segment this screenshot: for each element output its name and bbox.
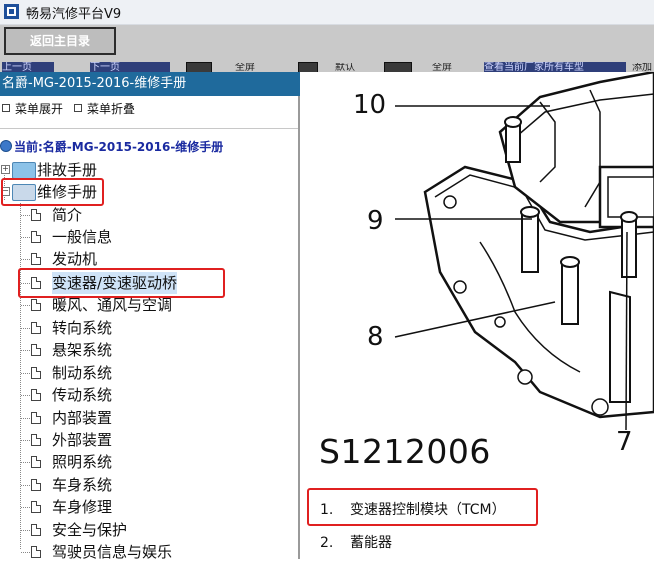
tree-item-label: 一般信息 (52, 228, 113, 246)
legend-item: 2. 蓄能器 (320, 532, 392, 552)
tree-item-label: 内部装置 (52, 409, 113, 427)
expand-icon (2, 104, 10, 112)
page-icon (31, 479, 41, 491)
page-icon (31, 389, 41, 401)
tree-item-label: 转向系统 (52, 319, 113, 337)
highlight-box (1, 178, 104, 206)
tree-item-label: 车身系统 (52, 476, 113, 494)
panel-header: 名爵-MG-2015-2016-维修手册 (0, 72, 300, 96)
tree-item-label: 驾驶员信息与娱乐 (52, 543, 173, 561)
tree-item[interactable]: 外部装置 (0, 429, 290, 451)
tree-item[interactable]: 一般信息 (0, 226, 290, 248)
callout-10: 10 (353, 90, 387, 120)
expand-plus-icon[interactable]: + (1, 165, 10, 174)
tree-item[interactable]: 制动系统 (0, 362, 290, 384)
return-main-menu-button[interactable]: 返回主目录 (4, 27, 116, 55)
current-manual-label: 当前:名爵-MG-2015-2016-维修手册 (14, 140, 224, 154)
page-icon (31, 501, 41, 513)
manual-figure-panel: 10 9 8 7 S1212006 1. 变速器控制模块（TCM） 2. 蓄能器 (300, 72, 654, 559)
tree-item-label: 悬架系统 (52, 341, 113, 359)
app-title: 畅易汽修平台V9 (26, 7, 122, 22)
toolbar: 返回主目录 上一页 下一页 全屏 默认 全屏 查看当前厂家所有车型 添加 (0, 25, 654, 73)
legend-number: 2. (320, 535, 334, 551)
page-icon (31, 344, 41, 356)
tree-item[interactable]: 安全与保护 (0, 519, 290, 541)
current-manual: 当前:名爵-MG-2015-2016-维修手册 (0, 138, 223, 155)
folder-icon (12, 162, 36, 179)
page-icon (31, 231, 41, 243)
highlight-box (307, 488, 538, 526)
tree-item[interactable]: 车身修理 (0, 496, 290, 518)
menu-expand-button[interactable]: 菜单展开 (0, 100, 63, 118)
callout-9: 9 (367, 206, 384, 236)
tree-item[interactable]: 照明系统 (0, 451, 290, 473)
callout-8: 8 (367, 322, 384, 352)
tree-item-label: 安全与保护 (52, 521, 128, 539)
globe-icon (0, 140, 12, 152)
collapse-icon (74, 104, 82, 112)
menu-collapse-button[interactable]: 菜单折叠 (72, 100, 135, 118)
tree-item-label: 车身修理 (52, 498, 113, 516)
menu-expand-label: 菜单展开 (15, 102, 64, 116)
title-bar: 畅易汽修平台V9 (0, 0, 654, 25)
tree-item[interactable]: 转向系统 (0, 317, 290, 339)
page-icon (31, 524, 41, 536)
page-icon (31, 253, 41, 265)
page-icon (31, 209, 41, 221)
tree-item[interactable]: 车身系统 (0, 474, 290, 496)
page-icon (31, 412, 41, 424)
transmission-module-illustration (394, 72, 654, 431)
legend-text: 蓄能器 (350, 535, 392, 551)
page-icon (31, 299, 41, 311)
page-icon (31, 367, 41, 379)
tree-item[interactable]: 内部装置 (0, 407, 290, 429)
tree-item[interactable]: 简介 (0, 204, 290, 226)
menu-collapse-label: 菜单折叠 (87, 102, 136, 116)
tree-item-label: 制动系统 (52, 364, 113, 382)
page-icon (31, 456, 41, 468)
tree-item-label: 外部装置 (52, 431, 113, 449)
tree-item[interactable]: 悬架系统 (0, 339, 290, 361)
app-icon (4, 4, 19, 19)
divider (0, 128, 298, 129)
callout-7: 7 (616, 427, 633, 457)
tree-item-label: 传动系统 (52, 386, 113, 404)
page-icon (31, 434, 41, 446)
page-icon (31, 322, 41, 334)
figure-code: S1212006 (319, 432, 491, 471)
tree-item-label: 照明系统 (52, 453, 113, 471)
page-icon (31, 546, 41, 558)
tree-item[interactable]: 驾驶员信息与娱乐 (0, 541, 290, 563)
tree-item[interactable]: 传动系统 (0, 384, 290, 406)
tree-item-label: 暖风、通风与空调 (52, 296, 173, 314)
tree-node-troubleshooting[interactable]: + 排故手册 (0, 160, 200, 180)
tree-node-label: 排故手册 (37, 161, 98, 179)
tree-item-label: 简介 (52, 206, 83, 224)
tree-item[interactable]: 暖风、通风与空调 (0, 294, 290, 316)
tree-item-label: 发动机 (52, 250, 98, 268)
manual-tree-panel: 名爵-MG-2015-2016-维修手册 菜单展开 菜单折叠 当前:名爵-MG-… (0, 72, 300, 561)
tree-item[interactable]: 发动机 (0, 248, 290, 270)
